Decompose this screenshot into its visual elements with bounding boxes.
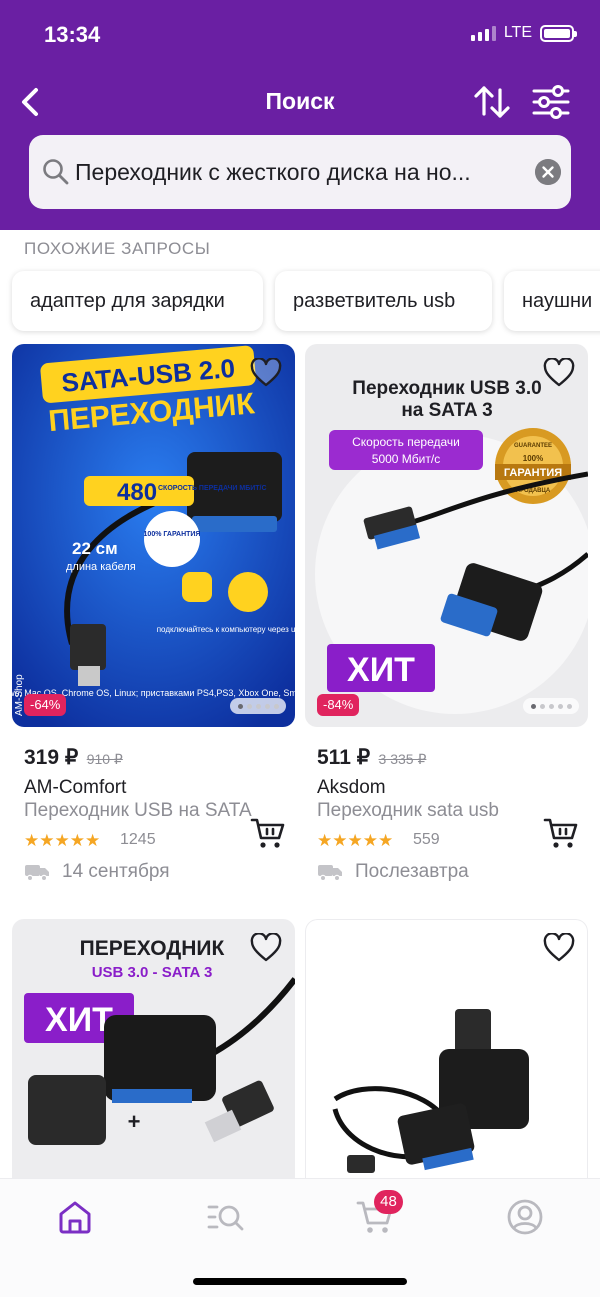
image-guarantee: 100% ГАРАНТИЯ	[144, 531, 201, 538]
review-count: 559	[413, 831, 440, 848]
delivery-info: 14 сентября	[24, 859, 170, 885]
image-speed: 480	[117, 479, 157, 506]
image-hit: ХИТ	[45, 1001, 113, 1039]
profile-icon[interactable]	[505, 1197, 545, 1237]
rating-stars: ★★★★★	[24, 831, 101, 850]
truck-icon	[25, 865, 49, 881]
product-title[interactable]: Переходник sata usb	[317, 800, 545, 822]
image-connect-note: подключайтесь к компьютеру через usb-пор…	[157, 625, 295, 634]
status-time: 13:34	[44, 22, 101, 47]
home-indicator	[193, 1278, 407, 1285]
clear-search-button[interactable]	[535, 159, 561, 185]
heart-icon[interactable]	[543, 933, 575, 963]
discount-badge: -64%	[24, 694, 67, 716]
add-to-cart-button[interactable]	[250, 816, 286, 850]
rating-stars: ★★★★★	[317, 831, 394, 850]
price-row: 511 ₽ 3 335 ₽	[317, 745, 426, 770]
image-pagination	[230, 698, 286, 714]
product-card[interactable]	[305, 919, 588, 1178]
search-query[interactable]: Переходник с жесткого диска на но...	[75, 159, 525, 186]
product-card[interactable]: SATA-USB 2.0 ПЕРЕХОДНИК 480 СКОРОСТЬ ПЕР…	[12, 344, 295, 889]
image-subheadline: на SATA 3	[401, 400, 492, 421]
brand-name: Aksdom	[317, 777, 386, 798]
image-hit: ХИТ	[347, 651, 415, 689]
heart-icon[interactable]	[250, 358, 282, 388]
image-cable: 22 см	[72, 539, 118, 558]
home-icon[interactable]	[55, 1197, 95, 1237]
battery-icon	[540, 24, 577, 42]
price: 511 ₽	[317, 746, 371, 769]
image-speed-unit: СКОРОСТЬ ПЕРЕДАЧИ МБИТ/С	[158, 485, 267, 492]
seal-top: GUARANTEE	[514, 443, 552, 449]
image-speed-label: Скорость передачи	[352, 435, 460, 449]
truck-icon	[318, 865, 342, 881]
image-pagination	[523, 698, 579, 714]
status-indicators: LTE	[470, 24, 577, 42]
search-input[interactable]: Переходник с жесткого диска на но...	[29, 135, 571, 209]
chip-query[interactable]: адаптер для зарядки	[12, 271, 263, 331]
sort-button[interactable]	[472, 82, 512, 122]
brand-name: AM-Comfort	[24, 777, 127, 798]
cart-count-badge: 48	[374, 1190, 403, 1214]
chip-query[interactable]: наушни	[504, 271, 600, 331]
seal-main: ГАРАНТИЯ	[504, 467, 562, 479]
filter-button[interactable]	[530, 82, 572, 122]
catalog-search-icon[interactable]	[205, 1197, 245, 1237]
product-title[interactable]: Переходник USB на SATA	[24, 800, 252, 822]
product-card[interactable]: ПЕРЕХОДНИК USB 3.0 - SATA 3 ХИТ +	[12, 919, 295, 1178]
review-count: 1245	[120, 831, 156, 848]
seal-percent: 100%	[523, 454, 543, 463]
search-icon	[43, 159, 69, 185]
image-headline: ПЕРЕХОДНИК	[80, 937, 225, 960]
network-type: LTE	[503, 24, 532, 41]
delivery-date: 14 сентября	[62, 861, 170, 882]
price: 319 ₽	[24, 746, 79, 769]
product-image[interactable]: Переходник USB 3.0 на SATA 3 Скорость пе…	[305, 344, 588, 727]
heart-icon[interactable]	[543, 358, 575, 388]
similar-queries-label: ПОХОЖИЕ ЗАПРОСЫ	[24, 239, 211, 258]
delivery-date: Послезавтра	[355, 861, 469, 882]
add-to-cart-button[interactable]	[543, 816, 579, 850]
signal-icon	[470, 25, 496, 41]
old-price: 910 ₽	[86, 751, 123, 767]
product-card[interactable]: Переходник USB 3.0 на SATA 3 Скорость пе…	[305, 344, 588, 889]
chip-query[interactable]: разветвитель usb	[275, 271, 492, 331]
delivery-info: Послезавтра	[317, 859, 469, 885]
image-cable-sub: длина кабеля	[66, 561, 136, 573]
product-image[interactable]: SATA-USB 2.0 ПЕРЕХОДНИК 480 СКОРОСТЬ ПЕР…	[12, 344, 295, 727]
image-speed: 5000 Мбит/с	[372, 452, 440, 466]
app-header: 13:34 LTE Поиск Переходник с жесткого ди…	[0, 0, 600, 230]
old-price: 3 335 ₽	[378, 751, 427, 767]
svg-text:+: +	[128, 1109, 141, 1134]
discount-badge: -84%	[317, 694, 360, 716]
price-row: 319 ₽ 910 ₽	[24, 745, 123, 770]
image-subheadline: USB 3.0 - SATA 3	[92, 964, 213, 981]
image-headline: Переходник USB 3.0	[352, 378, 541, 399]
heart-icon[interactable]	[250, 933, 282, 963]
